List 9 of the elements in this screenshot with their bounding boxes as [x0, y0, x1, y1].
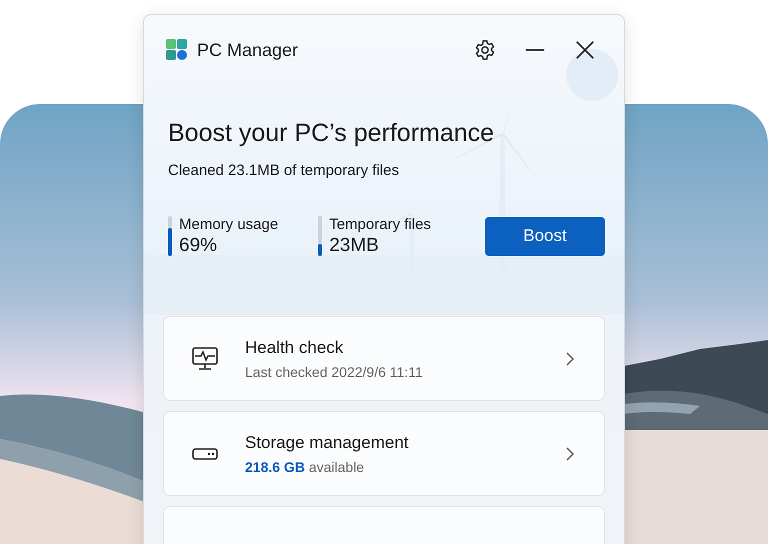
card-title: Storage management	[245, 432, 410, 452]
chevron-icon	[566, 352, 574, 366]
feature-card[interactable]: Storage management 218.6 GB available	[163, 411, 605, 496]
feature-card[interactable]: Health check Last checked 2022/9/6 11:11	[163, 316, 605, 401]
card-subtitle: Last checked 2022/9/6 11:11	[245, 364, 424, 380]
chevron-icon	[566, 446, 574, 460]
card-subtitle: 218.6 GB available	[245, 458, 366, 474]
monitor-pulse-icon	[192, 346, 218, 370]
card-title: Health check	[245, 338, 344, 358]
